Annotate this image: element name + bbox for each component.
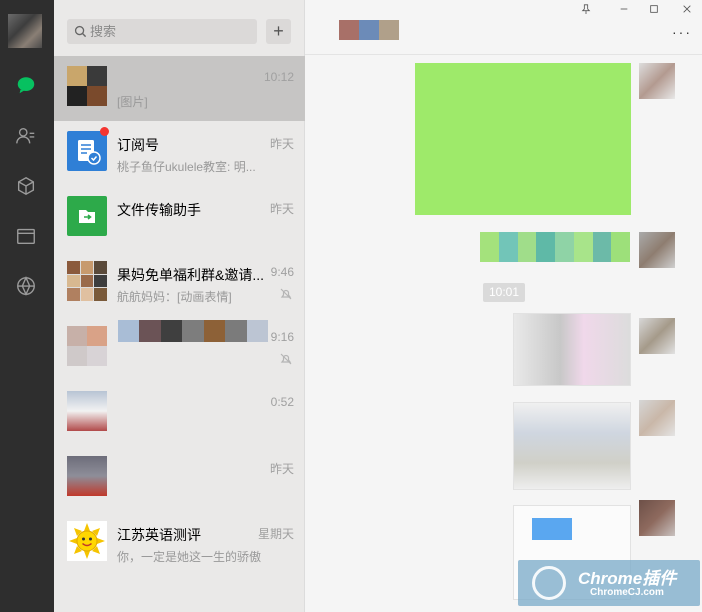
chat-preview: [图片] xyxy=(117,95,148,109)
more-icon[interactable]: ··· xyxy=(672,24,692,40)
chat-header: ··· xyxy=(305,0,702,55)
chat-time: 星期天 xyxy=(257,527,294,541)
blurred-chat-title xyxy=(339,20,399,40)
search-input[interactable] xyxy=(90,21,250,42)
search-box[interactable] xyxy=(67,19,257,44)
chat-item[interactable]: 昨天 xyxy=(54,446,305,511)
avatar xyxy=(67,66,107,106)
my-avatar xyxy=(639,63,675,99)
my-avatar xyxy=(639,400,675,436)
chat-item[interactable]: 果妈免单福利群&邀请... 航航妈妈：[动画表情] 9:46 xyxy=(54,251,305,316)
chat-item[interactable]: [图片] 10:12 xyxy=(54,56,305,121)
file-transfer-icon xyxy=(67,196,107,236)
time-divider: 10:01 xyxy=(483,283,525,302)
message-bubble[interactable] xyxy=(415,63,631,215)
chat-name: 果妈免单福利群&邀请... xyxy=(117,267,265,283)
cube-icon[interactable] xyxy=(13,173,39,199)
watermark: Chrome插件 ChromeCJ.com xyxy=(518,560,700,606)
add-button[interactable]: + xyxy=(266,19,291,44)
chat-preview: 航航妈妈：[动画表情] xyxy=(117,290,232,304)
nav-rail xyxy=(0,0,54,612)
avatar xyxy=(67,391,107,431)
search-icon xyxy=(74,25,87,38)
globe-icon xyxy=(532,566,566,600)
my-avatar xyxy=(639,318,675,354)
chat-preview: 你，一定是她这一生的骄傲 xyxy=(117,550,262,564)
moments-icon[interactable] xyxy=(13,273,39,299)
message-bubble[interactable] xyxy=(480,232,630,262)
image-message[interactable] xyxy=(513,313,631,386)
image-message[interactable] xyxy=(513,402,631,490)
chat-item[interactable]: 9:16 xyxy=(54,316,305,381)
chat-icon[interactable] xyxy=(13,72,39,98)
chat-time: 10:12 xyxy=(263,70,294,84)
chat-item[interactable]: 江苏英语测评 你，一定是她这一生的骄傲 星期天 xyxy=(54,511,305,576)
maximize-icon[interactable] xyxy=(647,2,661,16)
group-avatar xyxy=(67,261,107,301)
my-avatar xyxy=(639,232,675,268)
chat-time: 9:46 xyxy=(270,265,294,279)
chat-panel: ··· 10:01 Chrome插件 ChromeCJ.com xyxy=(305,0,702,612)
watermark-brand: Chrome插件 xyxy=(578,569,677,588)
folder-icon[interactable] xyxy=(13,223,39,249)
pin-icon[interactable] xyxy=(579,2,593,16)
my-avatar[interactable] xyxy=(8,14,42,48)
chat-item[interactable]: 文件传输助手 昨天 xyxy=(54,186,305,251)
chat-name: 订阅号 xyxy=(117,137,159,153)
chat-name: 文件传输助手 xyxy=(117,202,201,218)
contacts-icon[interactable] xyxy=(13,123,39,149)
chat-time: 0:52 xyxy=(270,395,294,409)
mute-icon xyxy=(280,353,292,365)
chat-time: 昨天 xyxy=(269,137,294,151)
group-avatar xyxy=(67,326,107,366)
chat-list-panel: + [图片] 10:12 订阅号 桃子鱼仔ukulele教室: 明... 昨天 … xyxy=(54,0,305,612)
avatar xyxy=(67,456,107,496)
chat-time: 昨天 xyxy=(269,202,294,216)
minimize-icon[interactable] xyxy=(617,2,631,16)
mute-icon xyxy=(280,288,292,300)
unread-badge xyxy=(100,127,109,136)
chat-name: 江苏英语测评 xyxy=(117,527,201,543)
chat-preview: 桃子鱼仔ukulele教室: 明... xyxy=(117,160,256,174)
blurred-name xyxy=(118,320,268,342)
close-icon[interactable] xyxy=(680,2,694,16)
chat-time: 9:16 xyxy=(270,330,294,344)
chat-item[interactable]: 订阅号 桃子鱼仔ukulele教室: 明... 昨天 xyxy=(54,121,305,186)
chat-item[interactable]: 0:52 xyxy=(54,381,305,446)
subscription-icon xyxy=(67,131,107,171)
my-avatar xyxy=(639,500,675,536)
sun-avatar xyxy=(67,521,107,561)
chat-time: 昨天 xyxy=(269,462,294,476)
watermark-url: ChromeCJ.com xyxy=(590,587,664,598)
